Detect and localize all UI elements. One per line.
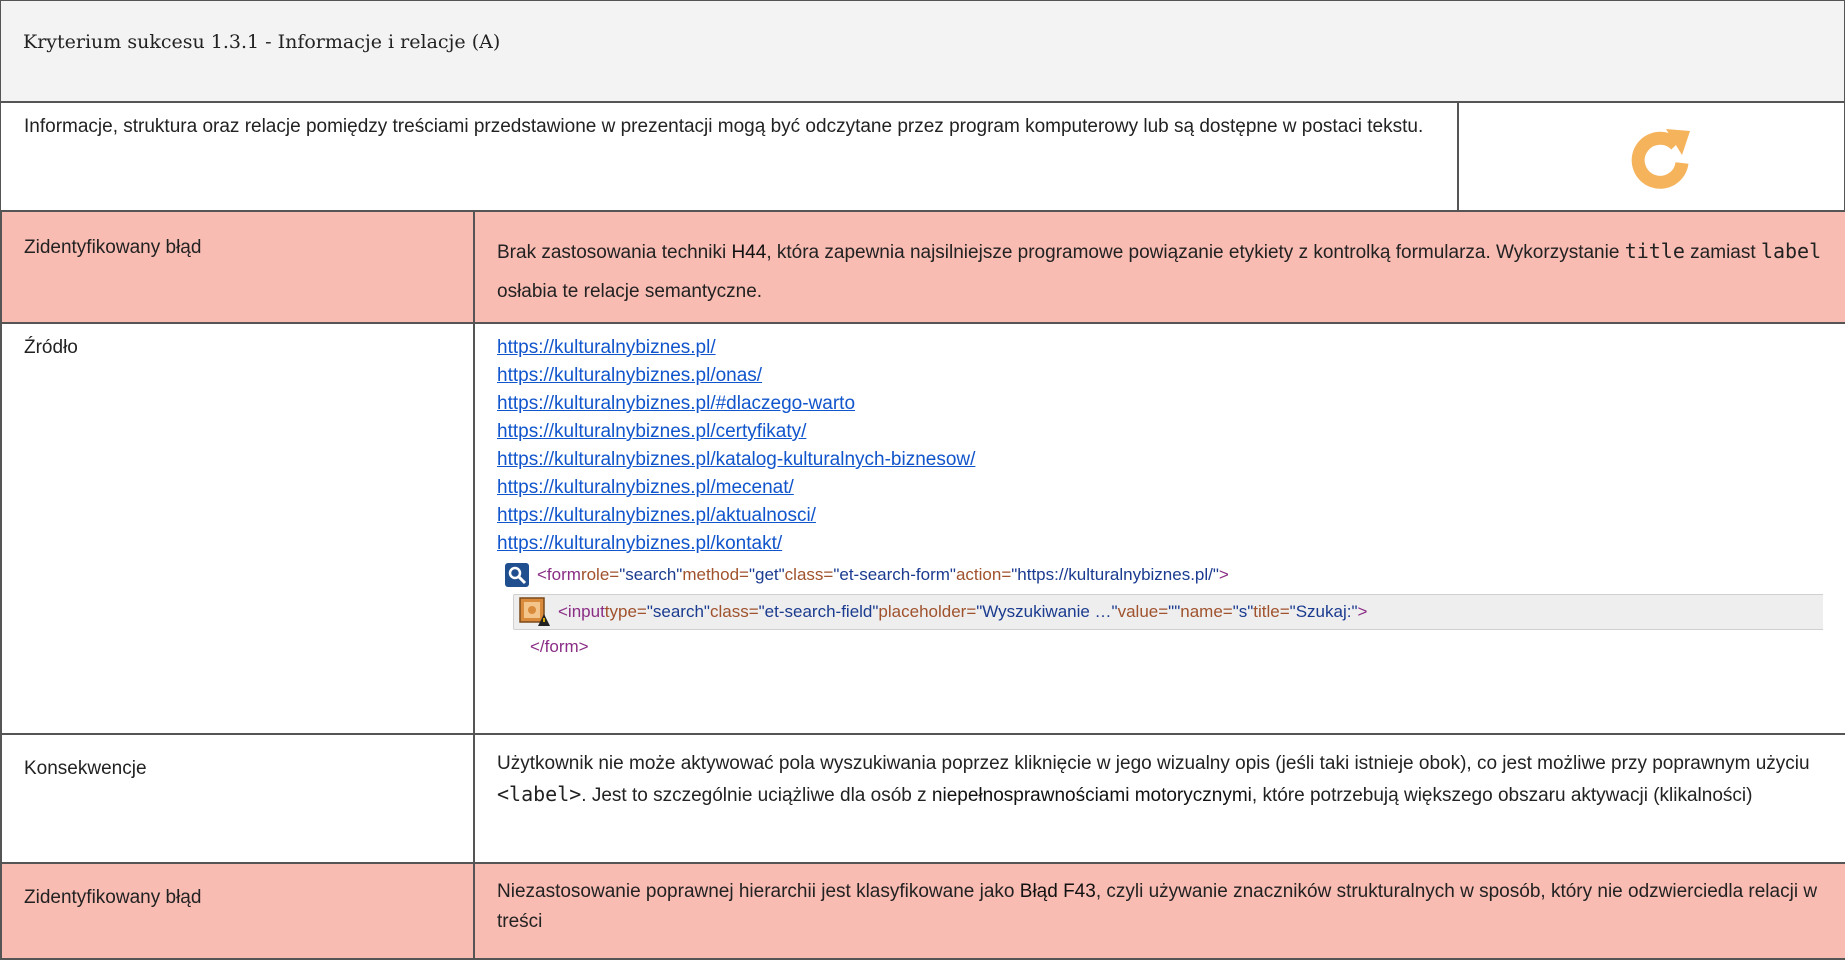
source-link[interactable]: https://kulturalnybiznes.pl/#dlaczego-wa…	[497, 390, 1823, 418]
row-label: Zidentyfikowany błąd	[0, 862, 475, 960]
table-row: Zidentyfikowany błąd Brak zastosowania t…	[0, 210, 1845, 324]
table-row: Źródło https://kulturalnybiznes.pl/ http…	[0, 322, 1845, 735]
error-description: Brak zastosowania techniki H44, która za…	[473, 210, 1845, 324]
code-line-form-close: </form>	[530, 637, 589, 656]
magnifier-icon	[505, 563, 529, 587]
code-line-input: <input type= "search" class= "et-search-fi…	[513, 594, 1823, 630]
source-link[interactable]: https://kulturalnybiznes.pl/aktualnosci/	[497, 502, 1823, 530]
code-label-tag: <label>	[497, 782, 582, 806]
criterion-header: Kryterium sukcesu 1.3.1 - Informacje i r…	[0, 0, 1845, 103]
table-row: Konsekwencje Użytkownik nie może aktywow…	[0, 733, 1845, 864]
description-divider	[1457, 103, 1459, 210]
criterion-title: Kryterium sukcesu 1.3.1 - Informacje i r…	[23, 31, 501, 53]
code-line-cut	[565, 666, 965, 674]
image-warning-icon	[519, 597, 550, 626]
row-label: Zidentyfikowany błąd	[0, 210, 475, 324]
row-label: Źródło	[0, 322, 475, 735]
refresh-icon[interactable]	[1626, 123, 1694, 191]
source-link[interactable]: https://kulturalnybiznes.pl/kontakt/	[497, 530, 1823, 558]
code-label: label	[1760, 239, 1822, 263]
code-screenshot: <form role= "search" method= "get" class= "…	[505, 562, 1823, 674]
source-link[interactable]: https://kulturalnybiznes.pl/katalog-kult…	[497, 446, 1823, 474]
source-link[interactable]: https://kulturalnybiznes.pl/onas/	[497, 362, 1823, 390]
technique-h44: H44	[731, 242, 767, 263]
criterion-description: Informacje, struktura oraz relacje pomię…	[0, 103, 1845, 210]
code-line-form: <form role= "search" method= "get" class= "…	[505, 562, 1229, 588]
row-label: Konsekwencje	[0, 733, 475, 864]
source-link[interactable]: https://kulturalnybiznes.pl/certyfikaty/	[497, 418, 1823, 446]
findings-table: Zidentyfikowany błąd Brak zastosowania t…	[0, 210, 1845, 960]
source-link[interactable]: https://kulturalnybiznes.pl/	[497, 334, 1823, 362]
source-cell: https://kulturalnybiznes.pl/ https://kul…	[473, 322, 1845, 735]
table-row: Zidentyfikowany błąd Niezastosowanie pop…	[0, 862, 1845, 960]
consequences-text: Użytkownik nie może aktywować pola wyszu…	[473, 733, 1845, 864]
error-f43: Błąd F43	[1019, 881, 1096, 902]
error-description: Niezastosowanie poprawnej hierarchii jes…	[473, 862, 1845, 960]
source-links: https://kulturalnybiznes.pl/ https://kul…	[497, 334, 1823, 558]
code-title: title	[1624, 239, 1685, 263]
description-text: Informacje, struktura oraz relacje pomię…	[24, 116, 1424, 137]
source-link[interactable]: https://kulturalnybiznes.pl/mecenat/	[497, 474, 1823, 502]
motor-disabilities: niepełnosprawnościami motorycznymi	[931, 785, 1252, 806]
